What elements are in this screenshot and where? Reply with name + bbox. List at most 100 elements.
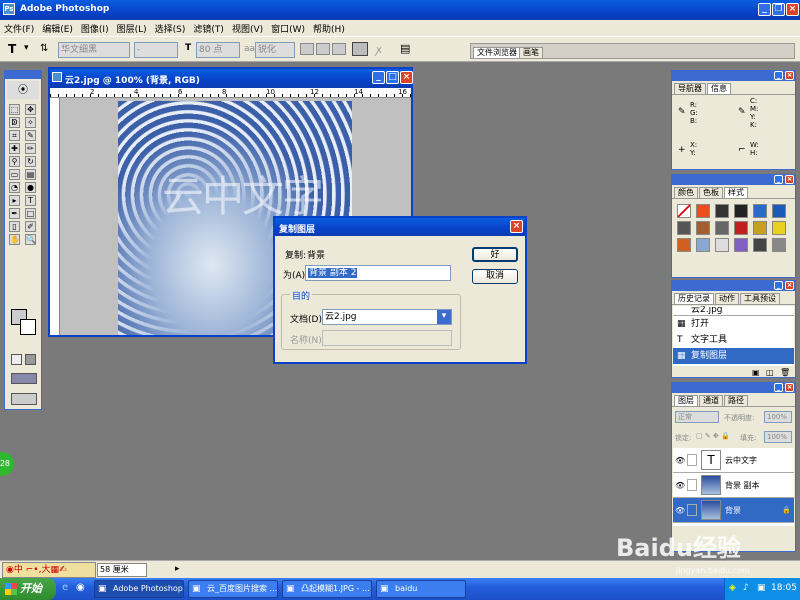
style-swatch[interactable] [753, 221, 767, 235]
layer-row[interactable]: 👁 背景 🔒 [673, 498, 794, 523]
antialias-select[interactable]: 锐化 [255, 42, 295, 58]
eye-icon[interactable]: 👁 [675, 498, 685, 523]
style-swatch[interactable] [734, 238, 748, 252]
menu-item-0[interactable]: 文件(F) [4, 22, 34, 35]
style-swatch[interactable] [696, 238, 710, 252]
font-style-select[interactable]: - [134, 42, 178, 58]
layer-link-box[interactable] [687, 504, 697, 516]
taskbar-item[interactable]: ▣ Adobe Photoshop [94, 580, 184, 598]
style-swatch[interactable] [696, 221, 710, 235]
font-size-select[interactable]: 80 点 [196, 42, 240, 58]
menu-item-2[interactable]: 图像(I) [81, 22, 109, 35]
layers-tab-2[interactable]: 路径 [724, 395, 748, 406]
new-snapshot-icon[interactable]: ▣ [752, 368, 760, 377]
history-snapshot[interactable]: 云2.jpg [673, 306, 794, 316]
navigator-tab-0[interactable]: 导航器 [674, 83, 706, 94]
styles_panel-tab-2[interactable]: 样式 [724, 187, 748, 198]
history-item[interactable]: ▦ 打开 [673, 316, 794, 332]
style-swatch[interactable] [677, 204, 691, 218]
notes-tool-icon[interactable]: ▯ [9, 221, 20, 232]
layer-name-input[interactable]: 背景 副本 2 [305, 265, 451, 281]
new-document-icon[interactable]: ◫ [766, 368, 774, 377]
dropdown-chevron-icon[interactable]: ▾ [437, 310, 451, 324]
move-tool-icon[interactable]: ✥ [25, 104, 36, 115]
styles-close-button[interactable]: × [785, 175, 794, 184]
align-center-icon[interactable] [316, 43, 330, 55]
layers-close-button[interactable]: × [785, 383, 794, 392]
dialog-close-button[interactable]: × [510, 220, 523, 233]
tray-network-icon[interactable]: ◈ [729, 583, 736, 593]
navigator-close-button[interactable]: × [785, 71, 794, 80]
align-left-icon[interactable] [300, 43, 314, 55]
menu-item-7[interactable]: 窗口(W) [271, 22, 305, 35]
history-tab-2[interactable]: 工具预设 [740, 293, 780, 304]
styles-minimize-button[interactable]: _ [774, 175, 783, 184]
style-swatch[interactable] [677, 221, 691, 235]
zoom-field[interactable]: 58 厘米 [97, 563, 147, 577]
lasso-tool-icon[interactable]: ↁ [9, 117, 20, 128]
restore-button[interactable]: ❐ [772, 3, 785, 16]
menu-item-8[interactable]: 帮助(H) [313, 22, 345, 35]
style-swatch[interactable] [753, 204, 767, 218]
eye-icon[interactable]: 👁 [675, 473, 685, 498]
status-arrow-icon[interactable]: ▸ [175, 564, 180, 574]
type-tool-icon[interactable]: T [8, 42, 16, 56]
orientation-icon[interactable]: ⇅ [40, 43, 48, 54]
font-family-select[interactable]: 华文细黑 [58, 42, 130, 58]
healing-tool-icon[interactable]: ✚ [9, 143, 20, 154]
type-preset-chevron-icon[interactable]: ▾ [24, 43, 29, 53]
style-swatch[interactable] [715, 204, 729, 218]
text-color-swatch[interactable] [352, 42, 368, 56]
layer-row[interactable]: 👁 T 云中文字 [673, 448, 794, 473]
style-swatch[interactable] [734, 204, 748, 218]
layer-link-box[interactable] [687, 479, 697, 491]
layers-tab-0[interactable]: 图层 [674, 395, 698, 406]
history-tab-0[interactable]: 历史记录 [674, 293, 714, 304]
style-swatch[interactable] [696, 204, 710, 218]
quickmask-mode-icon[interactable] [11, 354, 22, 365]
marquee-tool-icon[interactable]: ⬚ [9, 104, 20, 115]
slice-tool-icon[interactable]: ✎ [25, 130, 36, 141]
history-item[interactable]: ▦ 复制图层 [673, 348, 794, 364]
eye-icon[interactable]: 👁 [675, 448, 685, 473]
blur-tool-icon[interactable]: ◔ [9, 182, 20, 193]
document-select[interactable]: 云2.jpg ▾ [322, 309, 452, 325]
layer-link-box[interactable] [687, 454, 697, 466]
zoom-tool-icon[interactable]: 🔍 [25, 234, 36, 245]
minimize-button[interactable]: _ [758, 3, 771, 16]
styles_panel-tab-1[interactable]: 色板 [699, 187, 723, 198]
ime-bar[interactable]: ◉中 ⌐•,大▦✍ [2, 562, 96, 578]
magic-wand-tool-icon[interactable]: ✧ [25, 117, 36, 128]
crop-tool-icon[interactable]: ⌗ [9, 130, 20, 141]
quicklaunch-media-icon[interactable]: ◉ [76, 582, 85, 593]
stamp-tool-icon[interactable]: ⚲ [9, 156, 20, 167]
shape-tool-icon[interactable]: □ [25, 208, 36, 219]
taskbar-item[interactable]: ▣ baidu [376, 580, 466, 598]
doc-minimize-button[interactable]: _ [372, 71, 385, 84]
eraser-tool-icon[interactable]: ▭ [9, 169, 20, 180]
background-color-swatch[interactable] [20, 319, 36, 335]
tray-volume-icon[interactable]: ♪ [743, 583, 749, 593]
standard-mode-icon[interactable] [25, 354, 36, 365]
layers-tab-1[interactable]: 通道 [699, 395, 723, 406]
align-right-icon[interactable] [332, 43, 346, 55]
style-swatch[interactable] [677, 238, 691, 252]
file-browser-tab[interactable]: 文件浏览器 [473, 47, 521, 58]
pen-tool-icon[interactable]: ✒ [9, 208, 20, 219]
style-swatch[interactable] [772, 221, 786, 235]
brush-tool-icon[interactable]: ✏ [25, 143, 36, 154]
history-item[interactable]: T 文字工具 [673, 332, 794, 348]
navigator-minimize-button[interactable]: _ [774, 71, 783, 80]
palettes-icon[interactable]: ▤ [400, 42, 410, 55]
styles_panel-tab-0[interactable]: 颜色 [674, 187, 698, 198]
gradient-tool-icon[interactable]: ▤ [25, 169, 36, 180]
taskbar-item[interactable]: ▣ 凸起模糊1.JPG - ... [282, 580, 372, 598]
history-tab-1[interactable]: 动作 [715, 293, 739, 304]
history-minimize-button[interactable]: _ [774, 281, 783, 290]
menu-item-3[interactable]: 图层(L) [117, 22, 147, 35]
name-input[interactable] [322, 330, 452, 346]
tray-ime-icon[interactable]: ▣ [757, 583, 766, 593]
warp-text-icon[interactable]: ꭗ [376, 42, 382, 57]
style-swatch[interactable] [715, 221, 729, 235]
eyedropper-tool-icon[interactable]: ✐ [25, 221, 36, 232]
